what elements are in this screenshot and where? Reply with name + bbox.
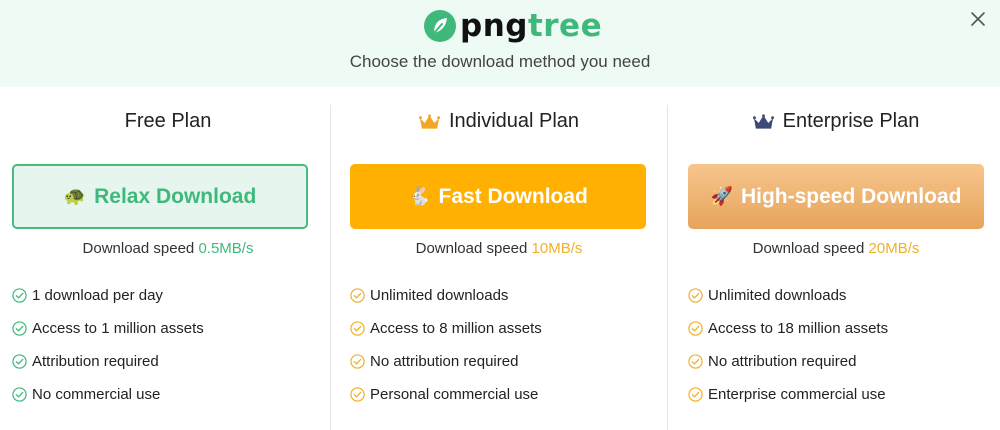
feature-item: Unlimited downloads xyxy=(688,279,888,312)
speed-label: Download speed xyxy=(415,240,528,257)
crown-icon xyxy=(752,113,774,129)
speed-value: 0.5MB/s xyxy=(198,240,254,257)
check-circle-icon xyxy=(12,288,27,303)
plan-individual: Individual Plan 🐇 Fast Download Download… xyxy=(331,87,667,430)
plan-title-text: Individual Plan xyxy=(448,110,580,132)
turtle-icon: 🐢 xyxy=(63,186,87,206)
check-circle-icon xyxy=(12,387,27,402)
download-speed: Download speed 0.5MB/s xyxy=(0,240,336,257)
modal-subtitle: Choose the download method you need xyxy=(349,52,651,71)
feature-item: 1 download per day xyxy=(12,279,204,312)
logo-text-tree: tree xyxy=(527,8,603,44)
feature-item: No attribution required xyxy=(688,345,888,378)
button-label: Fast Download xyxy=(438,184,588,208)
relax-download-button[interactable]: 🐢 Relax Download xyxy=(12,164,308,229)
fast-download-button[interactable]: 🐇 Fast Download xyxy=(350,164,646,229)
check-circle-icon xyxy=(688,288,703,303)
check-circle-icon xyxy=(688,321,703,336)
download-speed: Download speed 20MB/s xyxy=(668,240,1000,257)
logo-text-png: png xyxy=(460,8,528,44)
feature-text: Attribution required xyxy=(32,353,159,370)
feature-item: Access to 8 million assets xyxy=(350,312,542,345)
feature-list: 1 download per day Access to 1 million a… xyxy=(12,279,204,411)
speed-value: 10MB/s xyxy=(531,240,583,257)
check-circle-icon xyxy=(12,354,27,369)
plan-title: Free Plan xyxy=(0,110,336,133)
high-speed-download-button[interactable]: 🚀 High-speed Download xyxy=(688,164,984,229)
plan-free: Free Plan 🐢 Relax Download Download spee… xyxy=(0,87,336,430)
feature-text: Unlimited downloads xyxy=(370,287,509,304)
feature-item: No attribution required xyxy=(350,345,542,378)
logo-wordmark: pngtree xyxy=(460,9,602,43)
pngtree-leaf-logo-icon xyxy=(424,10,456,42)
feature-item: Personal commercial use xyxy=(350,378,542,411)
feature-text: Access to 1 million assets xyxy=(32,320,204,337)
feature-text: No commercial use xyxy=(32,386,161,403)
feature-list: Unlimited downloads Access to 18 million… xyxy=(688,279,888,411)
feature-list: Unlimited downloads Access to 8 million … xyxy=(350,279,542,411)
close-icon xyxy=(971,12,985,26)
feature-text: No attribution required xyxy=(370,353,519,370)
check-circle-icon xyxy=(350,288,365,303)
download-speed: Download speed 10MB/s xyxy=(331,240,667,257)
feature-text: 1 download per day xyxy=(32,287,163,304)
button-label: High-speed Download xyxy=(740,184,962,208)
rabbit-icon: 🐇 xyxy=(408,186,431,206)
pngtree-logo: pngtree xyxy=(424,9,602,43)
check-circle-icon xyxy=(688,387,703,402)
feature-item: Unlimited downloads xyxy=(350,279,542,312)
feature-text: No attribution required xyxy=(708,353,857,370)
plan-enterprise: Enterprise Plan 🚀 High-speed Download Do… xyxy=(668,87,1000,430)
check-circle-icon xyxy=(350,354,365,369)
plan-title: Enterprise Plan xyxy=(668,110,1000,133)
close-button[interactable] xyxy=(968,9,988,29)
crown-icon xyxy=(418,113,440,129)
modal-header: pngtree Choose the download method you n… xyxy=(0,0,1000,87)
speed-label: Download speed xyxy=(752,240,865,257)
check-circle-icon xyxy=(350,321,365,336)
speed-label: Download speed xyxy=(82,240,195,257)
rocket-icon: 🚀 xyxy=(710,186,733,206)
check-circle-icon xyxy=(688,354,703,369)
feature-text: Unlimited downloads xyxy=(708,287,847,304)
plan-title-text: Enterprise Plan xyxy=(782,110,920,132)
plan-title: Individual Plan xyxy=(331,110,667,133)
feature-item: Access to 1 million assets xyxy=(12,312,204,345)
feature-item: Enterprise commercial use xyxy=(688,378,888,411)
speed-value: 20MB/s xyxy=(868,240,920,257)
feature-text: Access to 8 million assets xyxy=(370,320,542,337)
check-circle-icon xyxy=(350,387,365,402)
feature-text: Access to 18 million assets xyxy=(708,320,889,337)
check-circle-icon xyxy=(12,321,27,336)
feature-item: No commercial use xyxy=(12,378,204,411)
feature-item: Access to 18 million assets xyxy=(688,312,888,345)
plan-title-text: Free Plan xyxy=(124,110,212,132)
feature-text: Personal commercial use xyxy=(370,386,539,403)
feature-text: Enterprise commercial use xyxy=(708,386,886,403)
button-label: Relax Download xyxy=(94,184,257,208)
feature-item: Attribution required xyxy=(12,345,204,378)
